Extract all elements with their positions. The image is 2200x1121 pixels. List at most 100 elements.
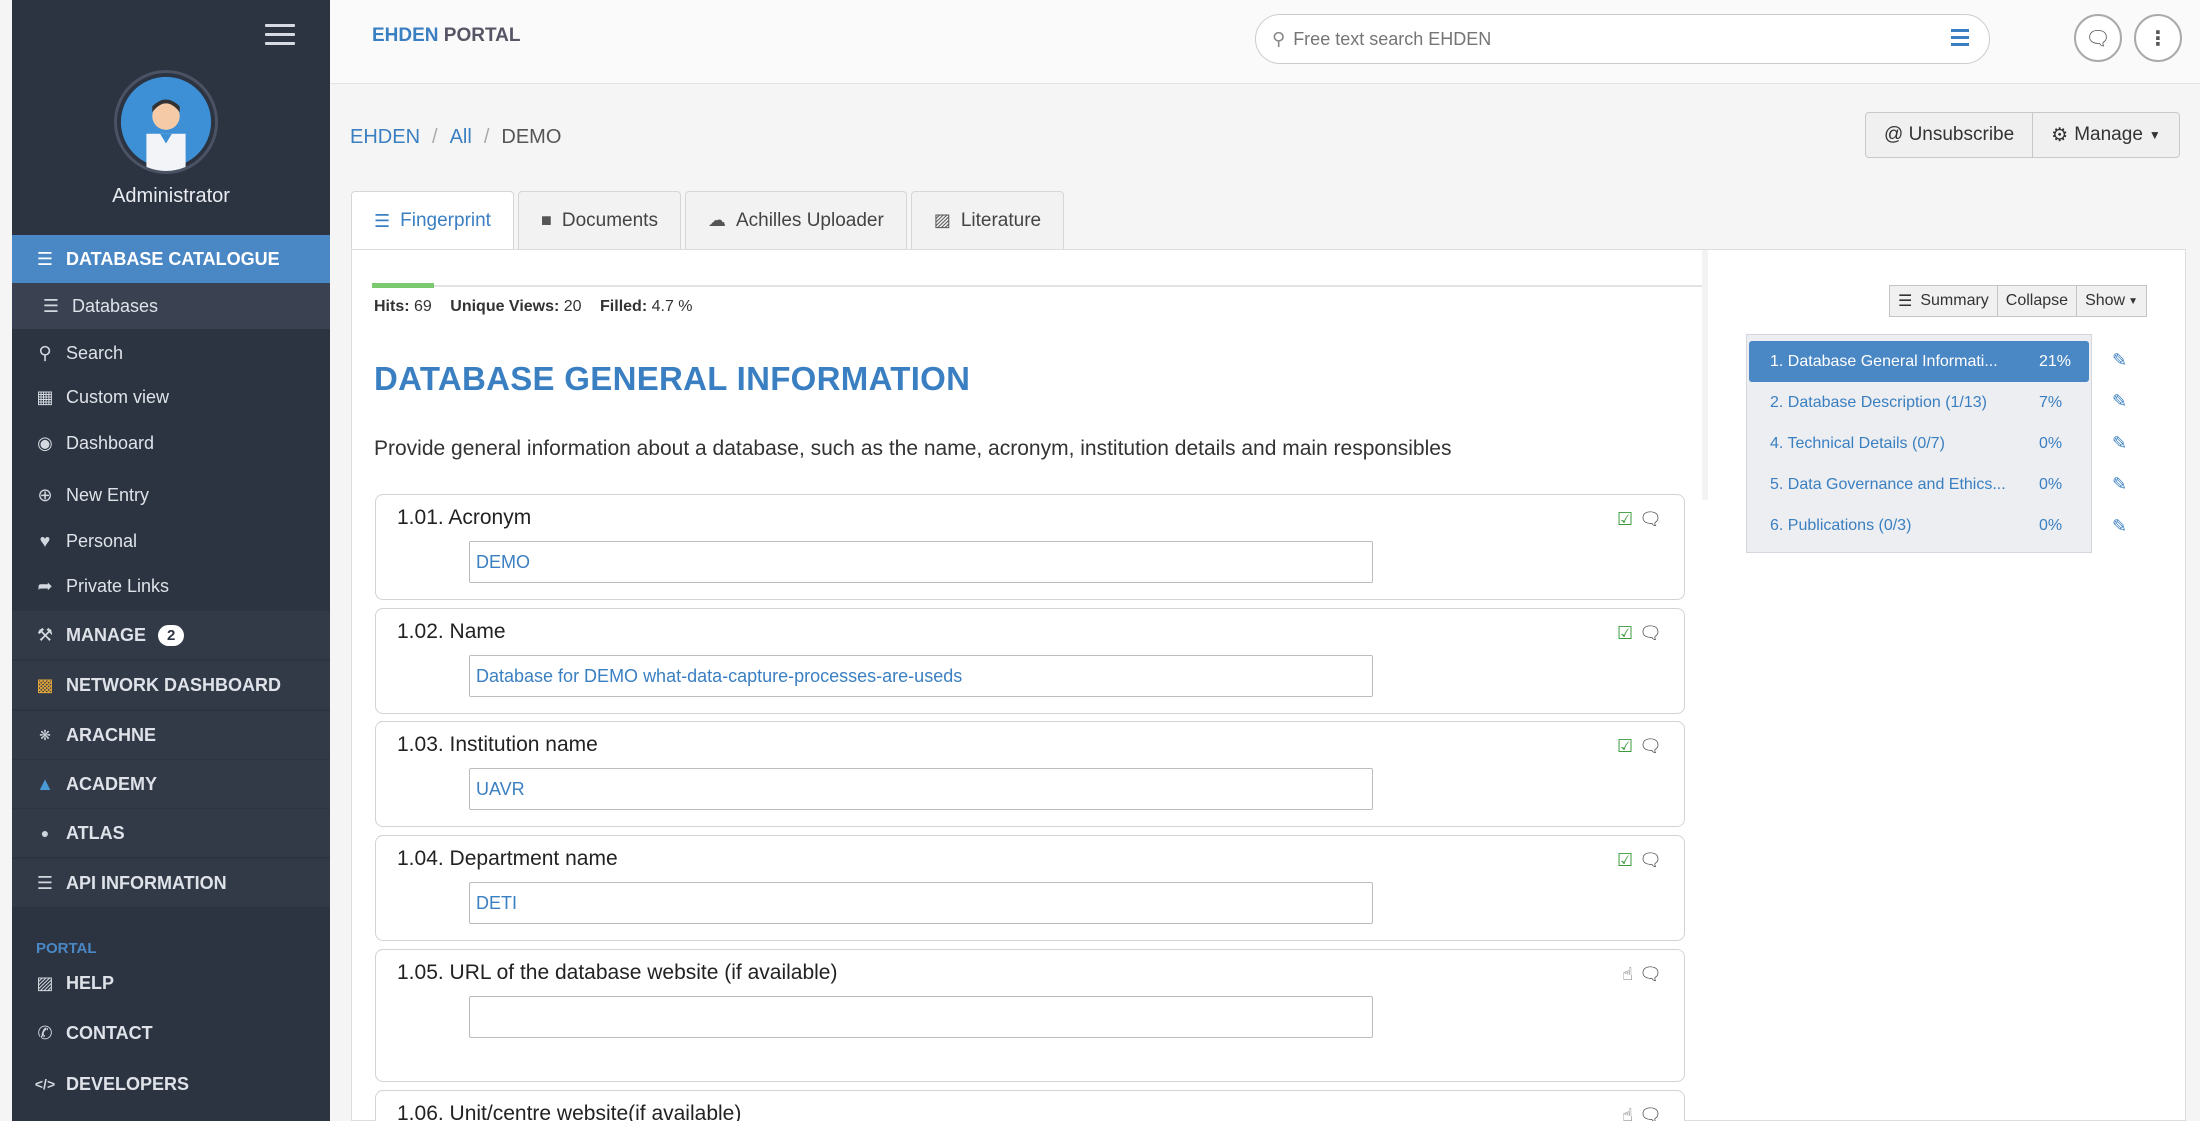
summary-button[interactable]: ☰ Summary: [1889, 285, 1998, 317]
comment-icon[interactable]: 🗨: [1639, 850, 1662, 871]
summary-item[interactable]: 2. Database Description (1/13) 7%: [1749, 382, 2089, 423]
sidebar-item-label: Custom view: [66, 386, 170, 407]
sidebar-item-dashboard[interactable]: ◉ Dashboard: [12, 426, 330, 460]
checkbox-checked-icon[interactable]: ☑: [1617, 850, 1633, 871]
sidebar-item-label: HELP: [66, 972, 115, 993]
views-value: 20: [563, 298, 582, 315]
sidebar-item-search[interactable]: ⚲ Search: [12, 336, 330, 370]
brand-logo[interactable]: EHDEN PORTAL: [372, 25, 521, 47]
sidebar-item-label: API INFORMATION: [66, 872, 227, 893]
filled-value: 4.7 %: [651, 298, 693, 315]
cloud-upload-icon: ☁: [707, 210, 726, 230]
edit-pencil-icon[interactable]: ✎: [2112, 516, 2127, 537]
heart-icon: ♥: [39, 530, 51, 551]
hamburger-menu-icon[interactable]: [265, 24, 295, 46]
tab-achilles-uploader[interactable]: ☁ Achilles Uploader: [684, 191, 907, 249]
show-dropdown-button[interactable]: Show ▼: [2077, 285, 2147, 317]
hand-pointer-icon[interactable]: ☝: [1622, 1105, 1633, 1121]
sidebar-item-private-links[interactable]: ➦ Private Links: [12, 569, 330, 603]
department-name-field[interactable]: DETI: [469, 882, 1373, 924]
comment-icon[interactable]: 🗨: [1639, 736, 1662, 757]
summary-controls: ☰ Summary Collapse Show ▼: [1889, 285, 2147, 317]
sidebar-item-label: CONTACT: [66, 1022, 153, 1043]
unsubscribe-button[interactable]: @ Unsubscribe: [1865, 112, 2034, 158]
question-label: 1.03. Institution name: [397, 733, 598, 756]
tab-fingerprint[interactable]: ☰ Fingerprint: [351, 191, 514, 250]
checkbox-checked-icon[interactable]: ☑: [1617, 623, 1633, 644]
caret-down-icon: ▼: [2128, 295, 2138, 307]
url-field[interactable]: [469, 996, 1373, 1038]
database-icon: ☰: [36, 248, 54, 269]
acronym-field[interactable]: DEMO: [469, 541, 1373, 583]
manage-label: Manage: [2074, 124, 2143, 145]
edit-pencil-icon[interactable]: ✎: [2112, 350, 2127, 371]
grid-icon: ▦: [36, 386, 54, 407]
summary-list: 1. Database General Informati... 21% 2. D…: [1746, 334, 2092, 553]
breadcrumb-current: DEMO: [501, 126, 562, 148]
sidebar-item-personal[interactable]: ♥ Personal: [12, 524, 330, 558]
sidebar-item-database-catalogue[interactable]: ☰ DATABASE CATALOGUE: [12, 235, 330, 283]
name-field[interactable]: Database for DEMO what-data-capture-proc…: [469, 655, 1373, 697]
checkbox-checked-icon[interactable]: ☑: [1617, 736, 1633, 757]
summary-item[interactable]: 6. Publications (0/3) 0%: [1749, 505, 2089, 546]
wrench-icon: ⚒: [36, 624, 54, 645]
sidebar-item-label: ATLAS: [66, 822, 125, 843]
summary-item[interactable]: 4. Technical Details (0/7) 0%: [1749, 423, 2089, 464]
sidebar-item-label: MANAGE: [66, 624, 146, 645]
sidebar: Administrator ☰ DATABASE CATALOGUE ☰ Datab…: [12, 0, 330, 1121]
chat-icon[interactable]: 🗨: [2074, 14, 2122, 62]
avatar[interactable]: [114, 70, 218, 174]
question-card: 1.06. Unit/centre website(if available) …: [375, 1090, 1685, 1121]
sidebar-item-custom-view[interactable]: ▦ Custom view: [12, 380, 330, 414]
summary-item-label: 1. Database General Informati...: [1770, 352, 1998, 370]
sidebar-item-developers[interactable]: </> DEVELOPERS: [12, 1061, 330, 1107]
sidebar-item-academy[interactable]: ▲ ACADEMY: [12, 760, 330, 808]
more-options-icon[interactable]: ⋮: [2134, 14, 2182, 62]
tab-literature[interactable]: ▨ Literature: [910, 191, 1065, 249]
user-name[interactable]: Administrator: [12, 185, 330, 208]
sidebar-item-api-information[interactable]: ☰ API INFORMATION: [12, 859, 330, 907]
sidebar-item-help[interactable]: ▨ HELP: [12, 960, 330, 1006]
sidebar-item-manage[interactable]: ⚒ MANAGE 2: [12, 611, 330, 659]
sidebar-item-contact[interactable]: ✆ CONTACT: [12, 1010, 330, 1056]
section-description: Provide general information about a data…: [374, 437, 1452, 460]
question-card: 1.03. Institution name ☑ 🗨 UAVR: [375, 721, 1685, 827]
tab-documents[interactable]: ■ Documents: [517, 191, 681, 249]
search-icon: ⚲: [1272, 28, 1286, 49]
question-card: 1.04. Department name ☑ 🗨 DETI: [375, 835, 1685, 941]
sidebar-item-network-dashboard[interactable]: ▩ NETWORK DASHBOARD: [12, 661, 330, 709]
edit-pencil-icon[interactable]: ✎: [2112, 391, 2127, 412]
summary-item[interactable]: 1. Database General Informati... 21%: [1749, 341, 2089, 382]
question-card: 1.05. URL of the database website (if av…: [375, 949, 1685, 1082]
comment-icon[interactable]: 🗨: [1639, 509, 1662, 530]
sidebar-item-arachne[interactable]: ❋ ARACHNE: [12, 711, 330, 759]
checkbox-checked-icon[interactable]: ☑: [1617, 509, 1633, 530]
gears-icon: ⚙: [2051, 124, 2069, 146]
sidebar-item-label: Dashboard: [66, 432, 155, 453]
hand-pointer-icon[interactable]: ☝: [1622, 964, 1633, 985]
sidebar-item-atlas[interactable]: ● ATLAS: [12, 809, 330, 857]
brand-name: EHDEN: [372, 25, 439, 46]
collapse-button[interactable]: Collapse: [1997, 285, 2078, 317]
comment-icon[interactable]: 🗨: [1639, 623, 1662, 644]
comment-icon[interactable]: 🗨: [1639, 1105, 1662, 1121]
edit-pencil-icon[interactable]: ✎: [2112, 474, 2127, 495]
edit-pencil-icon[interactable]: ✎: [2112, 433, 2127, 454]
scroll-area-edge: [1702, 250, 1708, 500]
question-label: 1.05. URL of the database website (if av…: [397, 961, 838, 984]
sidebar-item-new-entry[interactable]: ⊕ New Entry: [12, 478, 330, 512]
search-input[interactable]: [1293, 28, 1951, 50]
brand-suffix: PORTAL: [443, 25, 521, 46]
summary-item[interactable]: 5. Data Governance and Ethics... 0%: [1749, 464, 2089, 505]
breadcrumb-link-all[interactable]: All: [450, 126, 472, 148]
fingerprint-panel: Hits: 69 Unique Views: 20 Filled: 4.7 % …: [351, 249, 2186, 1121]
tab-label: Fingerprint: [400, 210, 491, 231]
sidebar-item-databases[interactable]: ☰ Databases: [12, 283, 330, 329]
breadcrumb: EHDEN / All / DEMO: [350, 126, 561, 149]
institution-name-field[interactable]: UAVR: [469, 768, 1373, 810]
breadcrumb-link-ehden[interactable]: EHDEN: [350, 126, 420, 148]
sidebar-item-label: Search: [66, 342, 124, 363]
manage-dropdown-button[interactable]: ⚙ Manage ▼: [2033, 112, 2180, 158]
comment-icon[interactable]: 🗨: [1639, 964, 1662, 985]
search-options-icon[interactable]: [1951, 28, 1969, 50]
